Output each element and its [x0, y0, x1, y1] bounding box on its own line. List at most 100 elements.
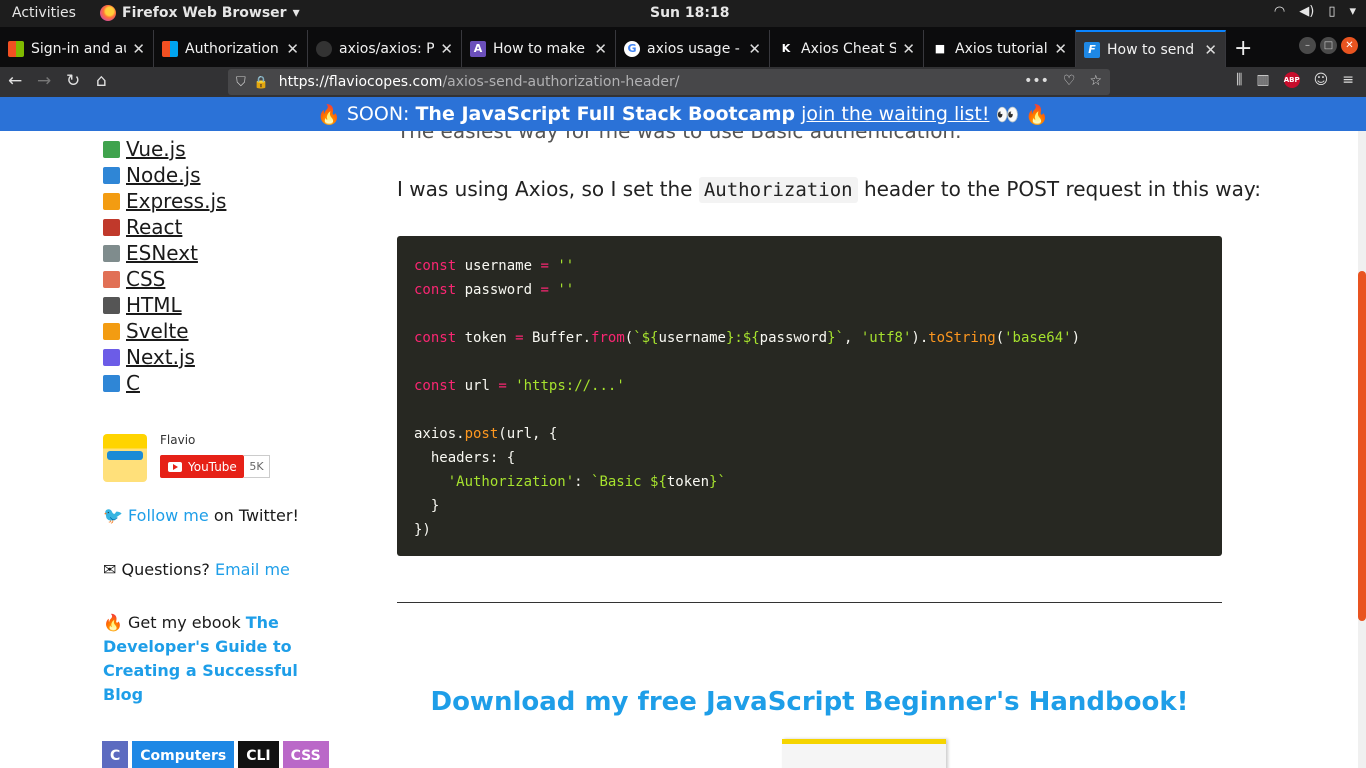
youtube-play-icon: [168, 461, 182, 472]
close-icon[interactable]: ✕: [1054, 40, 1067, 58]
banner-prefix: SOON:: [346, 103, 410, 125]
library-icon[interactable]: ⫼: [1236, 72, 1242, 88]
book-icon: [103, 192, 120, 210]
topic-link[interactable]: HTML: [126, 293, 182, 317]
microsoft-icon: [8, 40, 24, 57]
questions-line: ✉ Questions? Email me: [103, 560, 290, 579]
topic-item[interactable]: HTML: [103, 293, 182, 317]
forward-icon[interactable]: →: [37, 71, 51, 91]
adblock-icon[interactable]: ABP: [1283, 72, 1300, 88]
tab-axios-github[interactable]: axios/axios: Pr ✕: [308, 30, 462, 67]
page-content: Vue.js Node.js Express.js React ESNext C…: [0, 131, 1366, 768]
follow-me-link[interactable]: Follow me: [128, 506, 209, 525]
code-block[interactable]: const username = '' const password = '' …: [397, 236, 1222, 556]
topic-link[interactable]: CSS: [126, 267, 165, 291]
shield-icon[interactable]: ⛉: [236, 75, 246, 90]
url-text[interactable]: https://flaviocopes.com/axios-send-autho…: [279, 74, 680, 90]
book-icon: [103, 348, 120, 366]
youtube-label: YouTube: [188, 459, 237, 474]
topic-item[interactable]: ESNext: [103, 241, 198, 265]
close-icon[interactable]: ✕: [286, 40, 299, 58]
close-icon[interactable]: ✕: [1204, 41, 1217, 59]
bookmark-star-icon[interactable]: ☆: [1089, 73, 1102, 89]
banner-title: The JavaScript Full Stack Bootcamp: [415, 103, 796, 125]
email-me-link[interactable]: Email me: [215, 560, 290, 579]
extension-icon[interactable]: ☺: [1314, 72, 1329, 88]
tab-title: axios/axios: Pr: [339, 40, 435, 57]
topic-link[interactable]: React: [126, 215, 182, 239]
url-bar[interactable]: ⛉ 🔒 https://flaviocopes.com/axios-send-a…: [228, 69, 1110, 95]
handbook-cta[interactable]: Download my free JavaScript Beginner's H…: [397, 687, 1222, 717]
home-icon[interactable]: ⌂: [96, 71, 107, 91]
maximize-icon[interactable]: □: [1320, 37, 1337, 54]
wifi-icon: ◠: [1273, 4, 1286, 19]
topic-link[interactable]: Node.js: [126, 163, 201, 187]
tab-google-search[interactable]: G axios usage - ✕: [616, 30, 770, 67]
topic-item[interactable]: Node.js: [103, 163, 201, 187]
firefox-icon: [100, 5, 116, 21]
topic-link[interactable]: Svelte: [126, 319, 189, 343]
fire-emoji: 🔥: [317, 103, 341, 126]
app-menu[interactable]: Firefox Web Browser ▾: [100, 5, 300, 21]
tab-axios-tutorial[interactable]: ■ Axios tutorial ✕: [924, 30, 1076, 67]
twitter-suffix: on Twitter!: [213, 506, 299, 525]
tab-authorization[interactable]: Authorization ✕: [154, 30, 308, 67]
author-name: Flavio: [160, 433, 196, 447]
tab-title: axios usage -: [647, 40, 740, 57]
tab-cheat-sheet[interactable]: K Axios Cheat S ✕: [770, 30, 924, 67]
system-tray[interactable]: ◠ ◀) ▯ ▾: [1274, 4, 1356, 19]
book-icon: [103, 218, 120, 236]
new-tab-button[interactable]: +: [1234, 36, 1252, 61]
close-icon[interactable]: ✕: [132, 40, 145, 58]
tab-strip: Sign-in and au ✕ Authorization ✕ axios/a…: [0, 27, 1366, 67]
article-intro: I was using Axios, so I set the Authoriz…: [397, 177, 1261, 203]
a-icon: A: [470, 40, 486, 57]
lock-icon[interactable]: 🔒: [254, 75, 269, 89]
back-icon[interactable]: ←: [8, 71, 22, 91]
tag-css[interactable]: CSS: [282, 741, 329, 768]
tab-how-to-make[interactable]: A How to make ✕: [462, 30, 616, 67]
article-partial-line: The easiest way for me was to use Basic …: [397, 131, 962, 143]
navigation-bar: ← → ↻ ⌂ ⛉ 🔒 https://flaviocopes.com/axio…: [0, 67, 1366, 97]
topic-link[interactable]: C: [126, 371, 140, 395]
waiting-list-link[interactable]: join the waiting list!: [801, 103, 989, 125]
subscriber-count: 5K: [244, 455, 270, 478]
close-icon[interactable]: ✕: [902, 40, 915, 58]
minimize-icon[interactable]: –: [1299, 37, 1316, 54]
topic-item[interactable]: React: [103, 215, 182, 239]
tab-title: How to send t: [1107, 41, 1199, 58]
tag-c[interactable]: C: [102, 741, 129, 768]
sidebar-icon[interactable]: ▥: [1256, 72, 1269, 88]
clock[interactable]: Sun 18:18: [650, 5, 729, 21]
topic-item[interactable]: CSS: [103, 267, 165, 291]
close-window-icon[interactable]: ✕: [1341, 37, 1358, 54]
topic-link[interactable]: Vue.js: [126, 137, 186, 161]
close-icon[interactable]: ✕: [594, 40, 607, 58]
twitter-line: 🐦 Follow me on Twitter!: [103, 506, 299, 525]
activities-button[interactable]: Activities: [12, 5, 76, 21]
tag-computers[interactable]: Computers: [132, 741, 235, 768]
topic-item[interactable]: Vue.js: [103, 137, 186, 161]
topic-item[interactable]: Next.js: [103, 345, 195, 369]
close-icon[interactable]: ✕: [440, 40, 453, 58]
youtube-subscribe-button[interactable]: YouTube: [160, 455, 244, 478]
reload-icon[interactable]: ↻: [66, 71, 80, 91]
handbook-cover-image[interactable]: [782, 739, 946, 768]
menu-icon[interactable]: ≡: [1342, 72, 1354, 88]
close-icon[interactable]: ✕: [748, 40, 761, 58]
tag-cli[interactable]: CLI: [238, 741, 279, 768]
topic-item[interactable]: Express.js: [103, 189, 226, 213]
scrollbar-thumb[interactable]: [1358, 271, 1366, 621]
page-actions-icon[interactable]: •••: [1024, 73, 1049, 89]
topic-link[interactable]: Next.js: [126, 345, 195, 369]
tab-active-how-to-send[interactable]: F How to send t ✕: [1076, 30, 1226, 67]
tab-sign-in[interactable]: Sign-in and au ✕: [0, 30, 154, 67]
topic-link[interactable]: Express.js: [126, 189, 226, 213]
topic-item[interactable]: C: [103, 371, 140, 395]
topic-link[interactable]: ESNext: [126, 241, 198, 265]
topic-item[interactable]: Svelte: [103, 319, 189, 343]
envelope-icon: ✉: [103, 560, 117, 579]
fire-emoji: 🔥: [103, 613, 123, 632]
square-icon: ■: [934, 42, 946, 55]
pocket-icon[interactable]: ♡: [1063, 73, 1076, 89]
